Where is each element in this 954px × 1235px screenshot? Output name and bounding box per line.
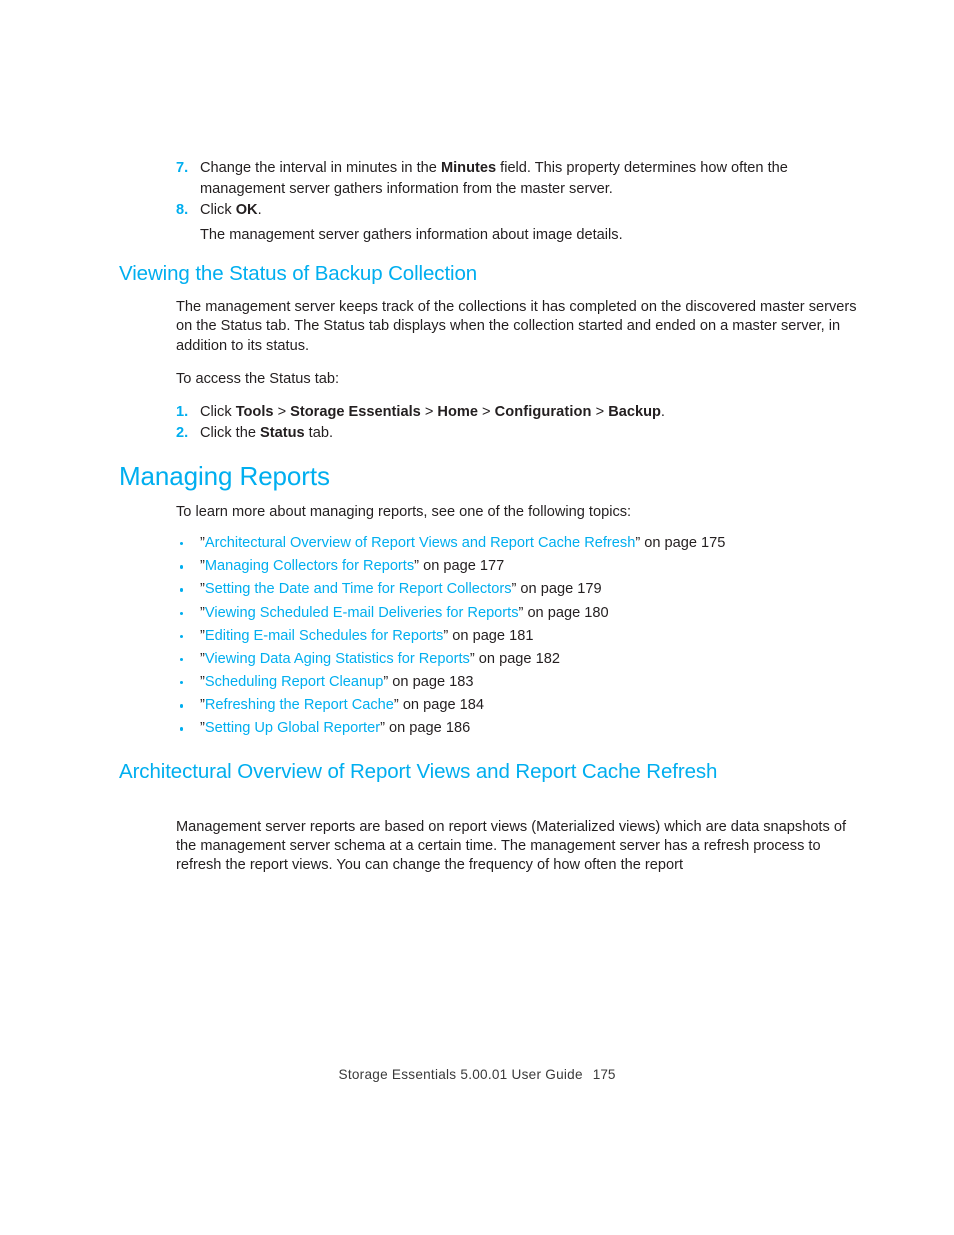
architectural-overview-paragraph: Management server reports are based on r… [176, 818, 847, 874]
step-text-post: . [257, 202, 262, 218]
cross-reference-item[interactable]: ”Managing Collectors for Reports” on pag… [119, 555, 859, 578]
cross-reference-page: on page 183 [388, 674, 474, 691]
cross-reference-link[interactable]: Viewing Data Aging Statistics for Report… [205, 651, 470, 667]
procedure-step: 8. Click OK. [119, 200, 859, 221]
step-number: 1. [176, 403, 189, 420]
step-seg: > [591, 403, 609, 420]
heading-architectural-overview: Architectural Overview of Report Views a… [119, 759, 718, 783]
page-content: 7. Change the interval in minutes in the… [119, 158, 859, 876]
procedure-list-status: 1. Click Tools > Storage Essentials > Ho… [119, 402, 859, 444]
step-seg: Click [200, 403, 236, 420]
cross-reference-page: on page 184 [398, 697, 484, 714]
step-seg: > [420, 403, 438, 420]
step-seg-bold: Tools [235, 403, 274, 420]
step-number: 2. [176, 425, 189, 442]
step-seg-bold: Storage Essentials [290, 403, 421, 420]
footer-page-number: 175 [592, 1067, 616, 1082]
cross-reference-link[interactable]: Managing Collectors for Reports [205, 558, 414, 574]
cross-reference-link[interactable]: Scheduling Report Cleanup [205, 674, 384, 690]
heading-viewing-status: Viewing the Status of Backup Collection [119, 261, 478, 285]
cross-reference-page: on page 177 [419, 558, 505, 575]
footer-guide-title: Storage Essentials 5.00.01 User Guide [338, 1067, 583, 1082]
bullet-icon [180, 681, 184, 685]
section-status-lead-in: To access the Status tab: [176, 371, 340, 388]
cross-reference-item[interactable]: ”Setting Up Global Reporter” on page 186 [119, 717, 859, 740]
step-text: Change the interval in minutes in the Mi… [200, 160, 788, 197]
step-text: Click Tools > Storage Essentials > Home … [200, 404, 665, 420]
step-text-pre: Change the interval in minutes in the [200, 160, 441, 176]
cross-reference-page: on page 186 [384, 720, 471, 737]
section-status-paragraph: The management server keeps track of the… [176, 298, 857, 354]
bullet-icon [180, 634, 184, 639]
cross-reference-link[interactable]: Setting the Date and Time for Report Col… [205, 581, 512, 597]
cross-reference-item[interactable]: ”Setting the Date and Time for Report Co… [119, 578, 859, 601]
bullet-icon [180, 611, 184, 615]
step-seg-bold: Status [260, 425, 305, 442]
cross-reference-item[interactable]: ”Viewing Scheduled E-mail Deliveries for… [119, 602, 859, 625]
bullet-icon [180, 588, 184, 592]
step-seg: Click the [200, 425, 261, 442]
step-seg: > [477, 403, 495, 420]
step-number: 7. [176, 160, 189, 176]
step-seg-bold: Home [437, 403, 478, 420]
cross-reference-item[interactable]: ”Viewing Data Aging Statistics for Repor… [119, 648, 859, 671]
cross-reference-link[interactable]: Setting Up Global Reporter [205, 720, 380, 736]
cross-reference-item[interactable]: ”Editing E-mail Schedules for Reports” o… [119, 625, 859, 648]
cross-reference-item[interactable]: ”Refreshing the Report Cache” on page 18… [119, 694, 859, 717]
cross-reference-item[interactable]: ”Architectural Overview of Report Views … [119, 532, 859, 555]
cross-reference-link[interactable]: Architectural Overview of Report Views a… [205, 535, 635, 551]
cross-reference-page: on page 180 [523, 604, 609, 621]
step-seg: . [660, 403, 665, 420]
bullet-icon [180, 565, 184, 569]
step-text: Click OK. [200, 202, 262, 218]
step-text: Click the Status tab. [200, 425, 333, 441]
step-seg-bold: Backup [608, 403, 661, 420]
step-text-bold: Minutes [440, 160, 497, 176]
cross-reference-page: on page 175 [640, 534, 726, 551]
procedure-step: 1. Click Tools > Storage Essentials > Ho… [119, 402, 859, 423]
step-seg-bold: Configuration [494, 403, 592, 420]
cross-reference-link[interactable]: Refreshing the Report Cache [205, 697, 394, 713]
procedure-step: 2. Click the Status tab. [119, 423, 859, 444]
step-number: 8. [176, 202, 189, 218]
cross-reference-link[interactable]: Editing E-mail Schedules for Reports [205, 628, 443, 644]
bullet-icon [180, 727, 184, 731]
bullet-icon [180, 704, 184, 708]
step-seg: > [273, 403, 291, 420]
cross-reference-item[interactable]: ”Scheduling Report Cleanup” on page 183 [119, 671, 859, 694]
page-footer: Storage Essentials 5.00.01 User Guide 175 [0, 1066, 954, 1084]
bullet-icon [180, 541, 184, 546]
procedure-list-backup: 7. Change the interval in minutes in the… [119, 158, 859, 221]
heading-managing-reports: Managing Reports [119, 460, 330, 491]
managing-reports-lead-in: To learn more about managing reports, se… [176, 503, 632, 520]
cross-reference-list: ”Architectural Overview of Report Views … [119, 532, 859, 741]
procedure-result-text: The management server gathers informatio… [200, 226, 623, 243]
document-page: 7. Change the interval in minutes in the… [0, 0, 954, 1235]
step-text-bold: OK [235, 202, 258, 218]
procedure-step: 7. Change the interval in minutes in the… [119, 158, 859, 199]
bullet-icon [180, 657, 184, 662]
cross-reference-page: on page 179 [516, 581, 602, 598]
cross-reference-page: on page 182 [474, 650, 560, 667]
cross-reference-link[interactable]: Viewing Scheduled E-mail Deliveries for … [205, 605, 519, 621]
step-seg: tab. [304, 425, 334, 442]
step-text-pre: Click [200, 202, 236, 218]
cross-reference-page: on page 181 [448, 627, 534, 644]
